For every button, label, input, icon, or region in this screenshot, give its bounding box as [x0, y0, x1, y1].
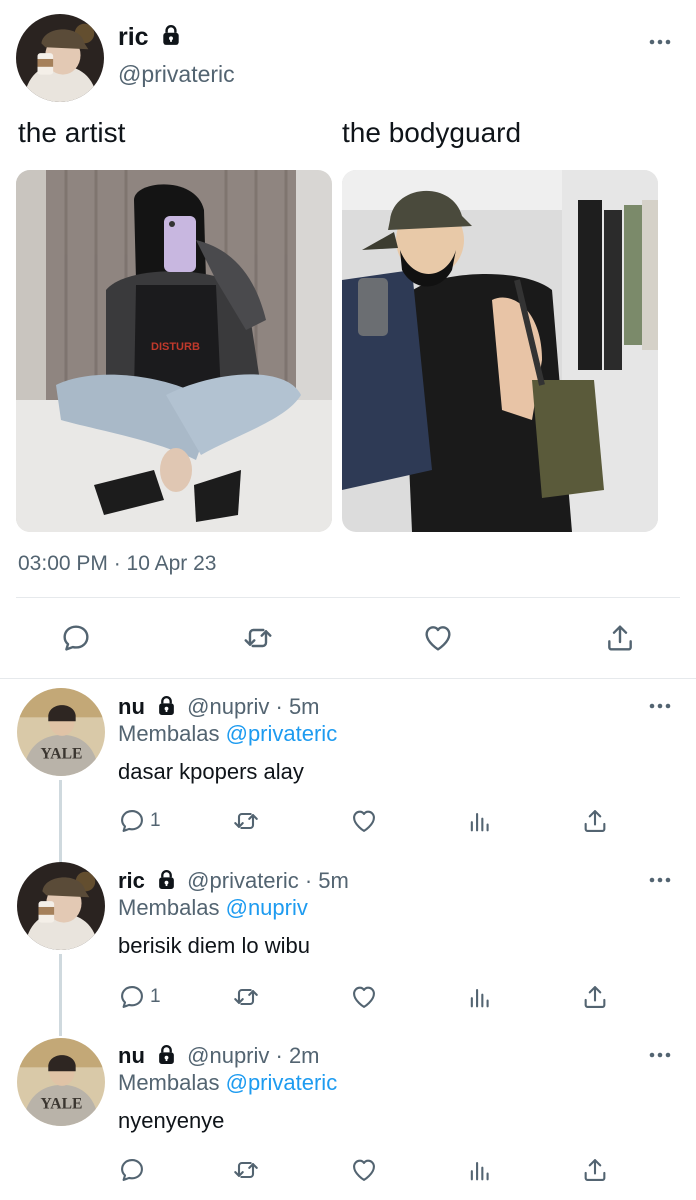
reply-icon[interactable]: [118, 983, 146, 1011]
like-icon[interactable]: [350, 1155, 378, 1185]
svg-text:DISTURB: DISTURB: [151, 341, 200, 353]
reply-action[interactable]: 1: [118, 806, 161, 836]
lock-icon: [156, 1044, 177, 1065]
reply-icon[interactable]: [58, 620, 94, 656]
divider: [16, 597, 680, 598]
divider: [0, 678, 696, 679]
lock-icon: [156, 695, 177, 716]
replying-label: Membalas: [118, 895, 220, 920]
avatar-image: [16, 14, 104, 102]
tweet-text-right: the bodyguard: [342, 117, 522, 148]
more-options-icon[interactable]: [645, 696, 675, 716]
retweet-icon[interactable]: [232, 806, 260, 836]
photo-artist[interactable]: DISTURB: [16, 170, 332, 532]
reply-author-name[interactable]: ric: [118, 868, 145, 893]
lock-icon: [156, 869, 177, 890]
replying-label: Membalas: [118, 1070, 220, 1095]
photo-bodyguard[interactable]: [342, 170, 658, 532]
lock-icon: [160, 24, 182, 46]
replying-to-link[interactable]: @nupriv: [226, 895, 308, 920]
replying-to-link[interactable]: @privateric: [226, 1070, 338, 1095]
reply-item: nu @nupriv · 5m Membalas @privateric das…: [0, 686, 696, 854]
reply-handle-time[interactable]: @nupriv · 5m: [187, 694, 319, 719]
reply-icon[interactable]: [118, 1155, 146, 1185]
tweet-timestamp[interactable]: 03:00 PM · 10 Apr 23: [18, 550, 216, 578]
share-icon[interactable]: [602, 620, 638, 656]
like-icon[interactable]: [420, 620, 456, 656]
replying-to-link[interactable]: @privateric: [226, 721, 338, 746]
share-icon[interactable]: [581, 1155, 609, 1185]
replying-to: Membalas @privateric: [118, 720, 337, 748]
reply-count: 1: [150, 810, 161, 831]
author-handle[interactable]: @privateric: [118, 60, 235, 88]
reply-author-name[interactable]: nu: [118, 1043, 145, 1068]
reply-icon[interactable]: [118, 807, 146, 835]
share-icon[interactable]: [581, 806, 609, 836]
reply-header: nu @nupriv · 5m: [118, 694, 320, 720]
reply-item: nu @nupriv · 2m Membalas @privateric nye…: [0, 1035, 696, 1200]
replying-to: Membalas @privateric: [118, 1069, 337, 1097]
analytics-icon[interactable]: [466, 1155, 494, 1185]
reply-author-name[interactable]: nu: [118, 694, 145, 719]
reply-header: nu @nupriv · 2m: [118, 1043, 320, 1069]
like-icon[interactable]: [350, 982, 378, 1012]
retweet-icon[interactable]: [232, 982, 260, 1012]
reply-action[interactable]: 1: [118, 982, 161, 1012]
reply-avatar[interactable]: [17, 862, 105, 950]
more-options-icon[interactable]: [645, 32, 675, 52]
reply-text: nyenyenye: [118, 1108, 225, 1133]
author-name-row: ric: [118, 22, 182, 52]
reply-avatar[interactable]: [17, 1038, 105, 1126]
analytics-icon[interactable]: [466, 982, 494, 1012]
author-avatar[interactable]: [16, 14, 104, 102]
reply-text: dasar kpopers alay: [118, 759, 304, 784]
more-options-icon[interactable]: [645, 870, 675, 890]
like-icon[interactable]: [350, 806, 378, 836]
tweet-text-left: the artist: [18, 117, 126, 148]
reply-avatar[interactable]: [17, 688, 105, 776]
reply-handle-time[interactable]: @privateric · 5m: [187, 868, 349, 893]
replying-label: Membalas: [118, 721, 220, 746]
reply-handle-time[interactable]: @nupriv · 2m: [187, 1043, 319, 1068]
retweet-icon[interactable]: [232, 1155, 260, 1185]
analytics-icon[interactable]: [466, 806, 494, 836]
retweet-icon[interactable]: [240, 620, 276, 656]
reply-item: ric @privateric · 5m Membalas @nupriv be…: [0, 860, 696, 1028]
more-options-icon[interactable]: [645, 1045, 675, 1065]
author-name[interactable]: ric: [118, 23, 149, 51]
reply-text: berisik diem lo wibu: [118, 933, 310, 958]
reply-header: ric @privateric · 5m: [118, 868, 349, 894]
share-icon[interactable]: [581, 982, 609, 1012]
replying-to: Membalas @nupriv: [118, 894, 308, 922]
reply-count: 1: [150, 986, 161, 1007]
